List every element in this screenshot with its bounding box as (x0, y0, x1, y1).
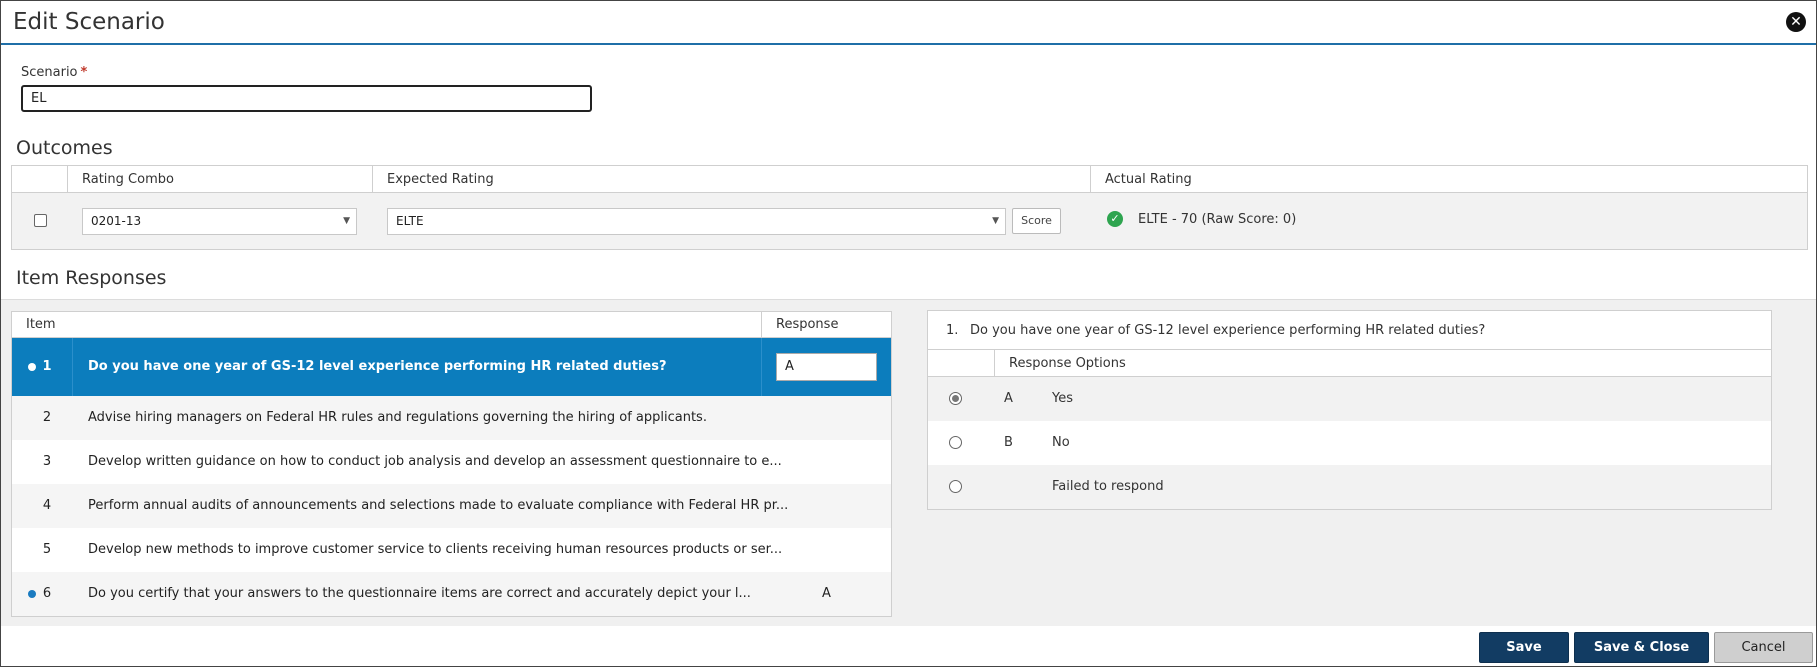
select-column-header (12, 166, 67, 193)
items-table-header: Item Response (12, 312, 891, 338)
response-option-row[interactable]: Failed to respond (928, 465, 1771, 509)
scenario-label: Scenario * (21, 65, 87, 80)
item-number: 5 (42, 542, 52, 557)
edit-scenario-dialog: Edit Scenario ✕ Scenario* Outcomes Ratin… (0, 0, 1817, 667)
option-label: Failed to respond (1052, 479, 1164, 494)
items-table: Item Response 1 Do you have one year of … (11, 311, 892, 617)
rating-combo-header: Rating Combo (67, 166, 372, 193)
expected-rating-select[interactable]: ELTE ▼ (387, 208, 1006, 235)
row-divider (761, 338, 762, 396)
response-input[interactable]: A (776, 353, 877, 381)
actual-rating-header: Actual Rating (1090, 166, 1808, 193)
item-number: 3 (42, 454, 52, 469)
table-row[interactable]: 3 Develop written guidance on how to con… (12, 440, 891, 484)
option-radio[interactable] (949, 392, 962, 405)
table-row[interactable]: 6 Do you certify that your answers to th… (12, 572, 891, 616)
item-number: 6 (42, 586, 52, 601)
score-button[interactable]: Score (1012, 208, 1061, 234)
item-text: Advise hiring managers on Federal HR rul… (88, 410, 707, 425)
option-label: Yes (1052, 391, 1073, 406)
rating-combo-select[interactable]: 0201-13 ▼ (82, 208, 357, 235)
response-options-title: Response Options (994, 350, 1126, 377)
outcome-row-checkbox[interactable] (34, 214, 47, 227)
actual-rating-value: ELTE - 70 (Raw Score: 0) (1138, 212, 1297, 227)
item-text: Do you have one year of GS-12 level expe… (88, 359, 667, 374)
response-option-row[interactable]: A Yes (928, 377, 1771, 421)
item-column-header: Item (26, 317, 56, 332)
chevron-down-icon: ▼ (343, 216, 350, 226)
outcomes-title: Outcomes (16, 137, 113, 159)
dialog-header: Edit Scenario ✕ (1, 1, 1816, 45)
response-option-row[interactable]: B No (928, 421, 1771, 465)
item-number: 4 (42, 498, 52, 513)
table-row[interactable]: 4 Perform annual audits of announcements… (12, 484, 891, 528)
cancel-button[interactable]: Cancel (1714, 632, 1813, 663)
item-text: Perform annual audits of announcements a… (88, 498, 789, 513)
scenario-input[interactable] (21, 85, 592, 112)
check-circle-icon: ✓ (1107, 211, 1123, 227)
scenario-label-text: Scenario (21, 65, 78, 80)
table-row[interactable]: 2 Advise hiring managers on Federal HR r… (12, 396, 891, 440)
close-icon[interactable]: ✕ (1786, 12, 1806, 32)
option-label: No (1052, 435, 1070, 450)
response-column-header: Response (761, 312, 893, 338)
answered-dot-icon (28, 590, 36, 598)
item-text: Do you certify that your answers to the … (88, 586, 751, 601)
option-letter: B (1004, 435, 1013, 450)
item-responses-title: Item Responses (16, 267, 167, 289)
save-and-close-button[interactable]: Save & Close (1574, 632, 1709, 663)
response-options-table: Response Options A Yes B No Failed to re… (928, 349, 1771, 509)
response-options-header: Response Options (928, 350, 1771, 377)
item-text: Develop new methods to improve customer … (88, 542, 783, 557)
dialog-title: Edit Scenario (13, 9, 165, 35)
option-radio[interactable] (949, 480, 962, 493)
answered-dot-icon (28, 363, 36, 371)
question-detail-panel: 1. Do you have one year of GS-12 level e… (927, 310, 1772, 510)
table-row[interactable]: 5 Develop new methods to improve custome… (12, 528, 891, 572)
option-letter: A (1004, 391, 1013, 406)
save-button[interactable]: Save (1479, 632, 1569, 663)
chevron-down-icon: ▼ (992, 216, 999, 226)
outcomes-table: Rating Combo Expected Rating Actual Rati… (11, 165, 1808, 250)
item-number: 1 (42, 359, 52, 374)
required-marker: * (80, 65, 88, 80)
item-response: A (822, 586, 831, 601)
row-divider (72, 338, 73, 396)
outcomes-header: Rating Combo Expected Rating Actual Rati… (12, 166, 1807, 193)
rating-combo-value: 0201-13 (91, 214, 142, 228)
expected-rating-header: Expected Rating (372, 166, 1090, 193)
item-number: 2 (42, 410, 52, 425)
question-number: 1. (946, 323, 959, 338)
item-text: Develop written guidance on how to condu… (88, 454, 782, 469)
table-row[interactable]: 1 Do you have one year of GS-12 level ex… (12, 338, 891, 396)
option-radio[interactable] (949, 436, 962, 449)
expected-rating-value: ELTE (396, 214, 424, 228)
question-text: Do you have one year of GS-12 level expe… (970, 323, 1486, 338)
